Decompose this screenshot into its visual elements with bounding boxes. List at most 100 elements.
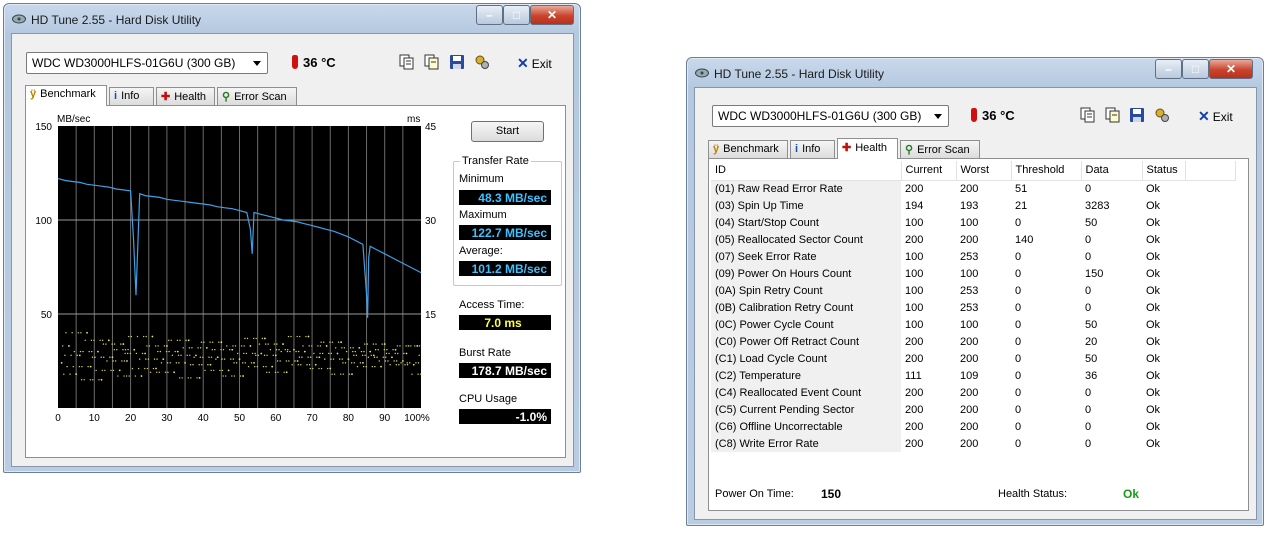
access-time-point <box>331 341 334 343</box>
minimize-button[interactable]: – <box>476 5 503 25</box>
minimum-value: 48.3 MB/sec <box>459 190 551 205</box>
table-row[interactable]: (C2) Temperature 111 109 0 36 Ok <box>711 367 1235 384</box>
access-time-point <box>324 358 326 360</box>
save-icon[interactable] <box>449 54 465 70</box>
access-time-point <box>239 375 242 377</box>
drive-select[interactable]: WDC WD3000HLFS-01G6U (300 GB) <box>712 105 949 127</box>
table-row[interactable]: (C5) Current Pending Sector 200 200 0 0 Ok <box>711 401 1235 418</box>
access-time-point <box>406 364 409 366</box>
access-time-point <box>320 341 322 343</box>
access-time-point <box>362 361 364 364</box>
cell-worst: 200 <box>960 403 979 416</box>
column-header[interactable]: Status <box>1142 161 1186 181</box>
access-time-point <box>236 352 239 355</box>
access-time-point <box>405 352 408 355</box>
access-time-point <box>218 341 220 343</box>
tab-error-scan[interactable]: ⚲ Error Scan <box>900 140 980 158</box>
column-header[interactable]: Worst <box>956 161 1012 181</box>
options-icon[interactable] <box>474 54 490 70</box>
access-time-point <box>392 349 394 351</box>
access-time-point <box>184 361 186 364</box>
column-header[interactable]: Current <box>901 161 957 181</box>
exit-button[interactable]: ✕ Exit <box>1198 108 1233 125</box>
access-time-point <box>245 352 248 355</box>
table-row[interactable]: (C6) Offline Uncorrectable 200 200 0 0 Ok <box>711 418 1235 435</box>
access-time-point <box>113 349 115 351</box>
table-row[interactable]: (01) Raw Read Error Rate 200 200 51 0 Ok <box>711 180 1235 197</box>
access-time-point <box>418 354 420 357</box>
title-bar[interactable]: HD Tune 2.55 - Hard Disk Utility – □ ✕ <box>4 4 580 34</box>
table-row[interactable]: (C4) Reallocated Event Count 200 200 0 0 Ok <box>711 384 1235 401</box>
minimum-label: Minimum <box>459 173 504 185</box>
drive-select[interactable]: WDC WD3000HLFS-01G6U (300 GB) <box>26 52 268 74</box>
minimize-button[interactable]: – <box>1155 59 1182 79</box>
start-button[interactable]: Start <box>471 121 544 142</box>
access-time-point <box>126 352 129 355</box>
access-time-point <box>230 358 232 360</box>
access-time-point <box>287 349 289 351</box>
access-time-point <box>146 345 148 347</box>
tab-error-scan[interactable]: ⚲ Error Scan <box>217 87 297 105</box>
copy-icon[interactable] <box>399 54 415 70</box>
table-row[interactable]: (07) Seek Error Rate 100 253 0 0 Ok <box>711 248 1235 265</box>
options-icon[interactable] <box>1154 107 1170 123</box>
cell-filler <box>1185 197 1235 214</box>
column-header[interactable]: ID <box>711 161 902 181</box>
table-row[interactable]: (0A) Spin Retry Count 100 253 0 0 Ok <box>711 282 1235 299</box>
table-row[interactable]: (0B) Calibration Retry Count 100 253 0 0 Ok <box>711 299 1235 316</box>
exit-button[interactable]: ✕ Exit <box>517 55 552 72</box>
tab-benchmark[interactable]: ÿ Benchmark <box>708 140 788 158</box>
copy-icon[interactable] <box>1080 107 1096 123</box>
title-bar[interactable]: HD Tune 2.55 - Hard Disk Utility – □ ✕ <box>687 58 1263 88</box>
access-time-point <box>222 349 225 351</box>
maximize-button[interactable]: □ <box>503 5 530 25</box>
close-button[interactable]: ✕ <box>1209 59 1253 79</box>
table-row[interactable]: (05) Reallocated Sector Count 200 200 140 0 O… <box>711 231 1235 248</box>
access-time-point <box>255 337 257 340</box>
save-icon[interactable] <box>1129 107 1145 123</box>
access-time-point <box>387 360 389 362</box>
table-row[interactable]: (09) Power On Hours Count 100 100 0 150 Ok <box>711 265 1235 282</box>
cell-threshold: 0 <box>1015 386 1022 399</box>
tab-info[interactable]: i Info <box>790 140 835 158</box>
table-row[interactable]: (C1) Load Cycle Count 200 200 0 50 Ok <box>711 350 1235 367</box>
tab-benchmark[interactable]: ÿ Benchmark <box>25 85 107 106</box>
access-time-point <box>373 356 376 358</box>
column-header[interactable]: Data <box>1081 161 1143 181</box>
cell-current: 100 <box>905 284 924 297</box>
table-row[interactable]: (C8) Write Error Rate 200 200 0 0 Ok <box>711 435 1235 452</box>
tab-health[interactable]: ✚ Health <box>837 138 898 159</box>
access-time-point <box>327 367 329 370</box>
access-time-point <box>307 356 309 358</box>
tab-health[interactable]: ✚ Health <box>156 87 215 105</box>
access-time-point <box>210 356 213 358</box>
maximize-button[interactable]: □ <box>1182 59 1209 79</box>
access-time-point <box>181 377 183 379</box>
drive-select-value: WDC WD3000HLFS-01G6U (300 GB) <box>32 56 236 70</box>
cell-worst: 100 <box>960 318 979 331</box>
access-time-point <box>319 352 321 355</box>
table-row[interactable]: (C0) Power Off Retract Count 200 200 0 20 Ok <box>711 333 1235 350</box>
access-time-point <box>163 345 166 347</box>
access-time-point <box>260 352 263 355</box>
cell-status: Ok <box>1146 352 1161 365</box>
x-tick-label: 20 <box>125 413 137 424</box>
tab-info[interactable]: i Info <box>109 87 154 105</box>
close-button[interactable]: ✕ <box>530 5 574 25</box>
info-icon: i <box>114 90 118 102</box>
copy-all-icon[interactable] <box>1105 107 1121 123</box>
health-list[interactable]: ID Current Worst Threshold Data Status (… <box>711 161 1246 461</box>
copy-all-icon[interactable] <box>424 54 440 70</box>
access-time-point <box>388 352 390 355</box>
table-row[interactable]: (04) Start/Stop Count 100 100 0 50 Ok <box>711 214 1235 231</box>
access-time-point <box>112 369 115 372</box>
column-header[interactable]: Threshold <box>1011 161 1082 181</box>
access-time-point <box>162 358 165 361</box>
table-row[interactable]: (03) Spin Up Time 194 193 21 3283 Ok <box>711 197 1235 214</box>
access-time-point <box>110 369 112 372</box>
y-left-tick-label: 150 <box>35 122 52 133</box>
table-row[interactable]: (0C) Power Cycle Count 100 100 0 50 Ok <box>711 316 1235 333</box>
access-time-point <box>369 350 372 353</box>
cell-current: 200 <box>905 437 924 450</box>
cell-current: 194 <box>905 199 924 212</box>
